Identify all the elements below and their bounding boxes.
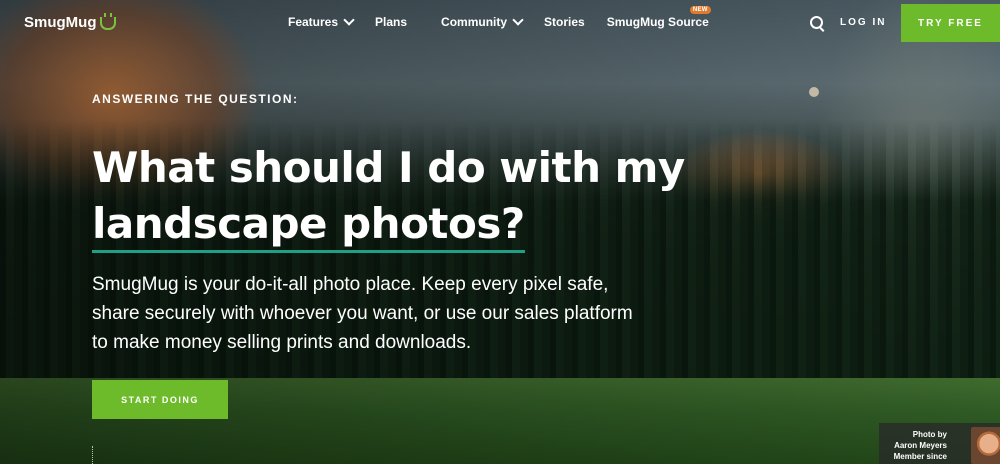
chevron-down-icon bbox=[512, 14, 524, 26]
nav-smugmug-source[interactable]: SmugMug Source NEW bbox=[606, 6, 711, 29]
credit-line3: Member since bbox=[893, 452, 947, 461]
nav-community-label: Community bbox=[441, 15, 508, 29]
nav-stories-label: Stories bbox=[544, 15, 585, 29]
scroll-indicator bbox=[92, 446, 93, 464]
nav-plans-label: Plans bbox=[375, 15, 408, 29]
moon bbox=[809, 87, 819, 97]
headline-line1: What should I do with my bbox=[92, 143, 685, 192]
nav-plans[interactable]: Plans bbox=[375, 15, 407, 29]
primary-nav: Features Plans Community Stories SmugMug… bbox=[288, 6, 711, 29]
photo-credit-text: Photo by Aaron Meyers Member since bbox=[885, 429, 947, 462]
try-free-button[interactable]: TRY FREE bbox=[901, 4, 1000, 42]
top-nav: SmugMug Features Plans Community Stories… bbox=[0, 0, 1000, 44]
photo-credit[interactable]: Photo by Aaron Meyers Member since bbox=[879, 423, 1000, 464]
headline-highlight: landscape photos? bbox=[92, 199, 525, 253]
start-doing-button[interactable]: START DOING bbox=[92, 380, 228, 419]
nav-features-label: Features bbox=[288, 15, 339, 29]
nav-community[interactable]: Community bbox=[441, 14, 524, 29]
smugmug-face-icon bbox=[99, 13, 116, 30]
nav-source-label: SmugMug Source bbox=[606, 15, 709, 29]
nav-stories[interactable]: Stories bbox=[544, 15, 585, 29]
nav-features[interactable]: Features bbox=[288, 14, 355, 29]
search-icon[interactable] bbox=[810, 16, 823, 29]
new-badge: NEW bbox=[689, 6, 711, 14]
login-link[interactable]: LOG IN bbox=[840, 17, 886, 28]
hero-description: SmugMug is your do-it-all photo place. K… bbox=[92, 274, 633, 353]
credit-line1: Photo by bbox=[912, 430, 947, 439]
credit-line2: Aaron Meyers bbox=[894, 441, 947, 450]
chevron-down-icon bbox=[343, 14, 355, 26]
hero-eyebrow: ANSWERING THE QUESTION: bbox=[92, 92, 299, 106]
hero-headline: What should I do with my landscape photo… bbox=[92, 140, 712, 253]
logo-text: SmugMug bbox=[24, 14, 97, 31]
smugmug-logo[interactable]: SmugMug bbox=[24, 13, 116, 31]
photographer-avatar[interactable] bbox=[971, 427, 1000, 464]
